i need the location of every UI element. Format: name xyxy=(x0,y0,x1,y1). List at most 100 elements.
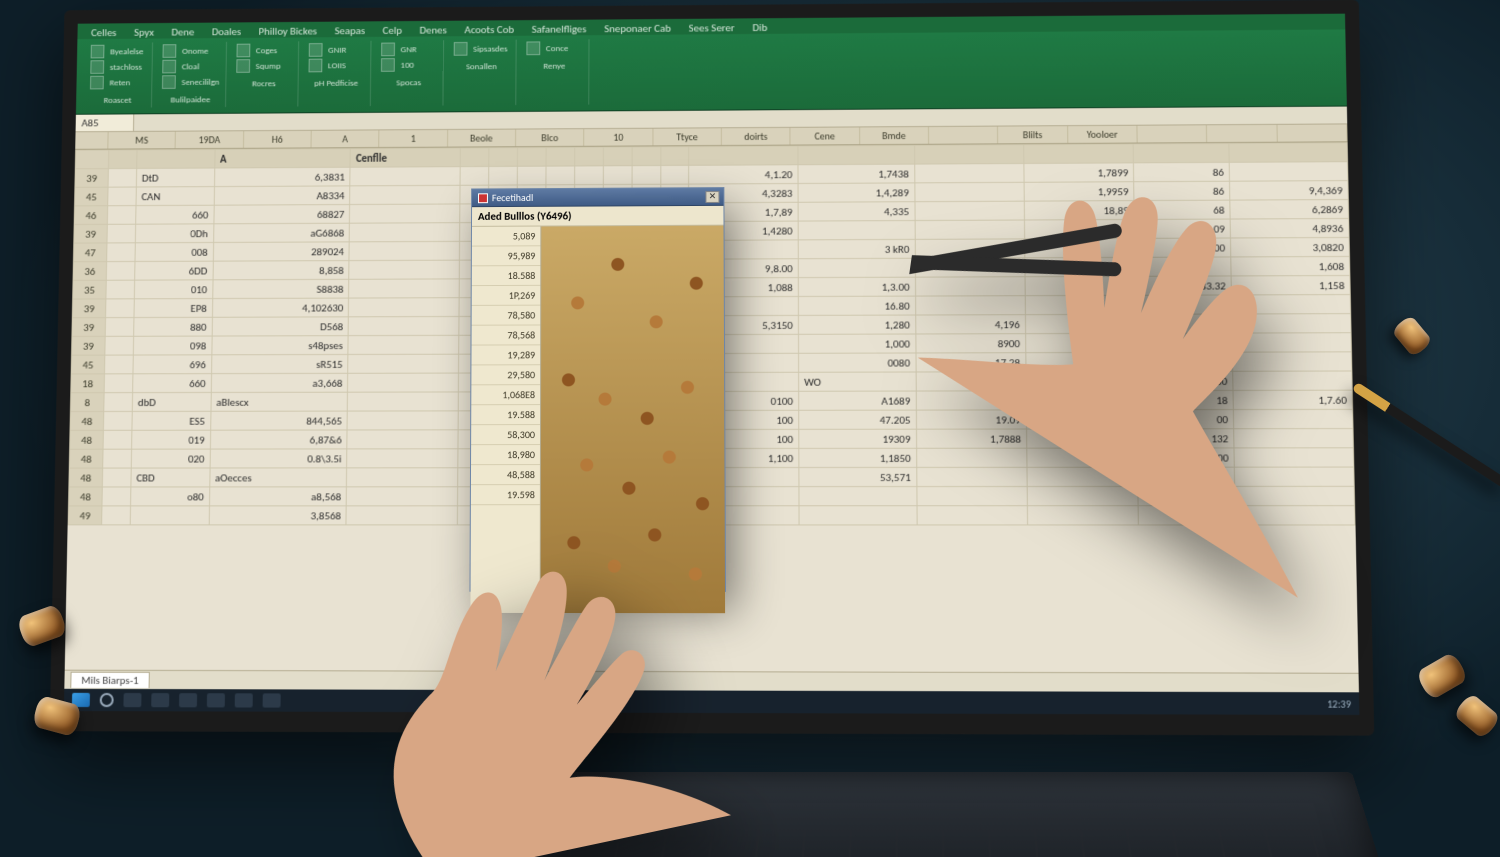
row-header[interactable]: 36 xyxy=(73,262,107,281)
cell[interactable] xyxy=(346,506,457,525)
cell[interactable]: D568 xyxy=(212,317,349,336)
ribbon-button[interactable] xyxy=(90,60,104,74)
cell[interactable] xyxy=(489,166,518,185)
cell[interactable] xyxy=(130,506,209,525)
row-header[interactable]: 35 xyxy=(73,280,107,299)
column-header-cell[interactable]: 10 xyxy=(584,129,653,146)
column-header-cell[interactable]: 1 xyxy=(380,130,448,147)
cell[interactable] xyxy=(107,243,136,262)
row-header[interactable]: 18 xyxy=(71,374,105,393)
cell[interactable]: 880 xyxy=(134,317,213,336)
header-cell[interactable] xyxy=(575,147,604,166)
cell[interactable]: 289024 xyxy=(213,242,350,261)
cell[interactable]: 1,280 xyxy=(798,315,915,334)
ribbon-tab[interactable]: Sees Serer xyxy=(689,21,735,34)
popup-list-item[interactable]: 48,588 xyxy=(471,465,540,485)
popup-list-item[interactable]: 1P,269 xyxy=(472,286,541,306)
popup-list-item[interactable]: 18,980 xyxy=(471,445,540,465)
row-header[interactable]: 45 xyxy=(75,187,109,206)
header-cell[interactable]: Cenflle xyxy=(350,148,460,167)
cell[interactable]: 0.8\3.5i xyxy=(210,449,347,468)
row-header[interactable]: 48 xyxy=(70,430,104,449)
popup-list-item[interactable]: 95,989 xyxy=(472,246,541,266)
cell[interactable]: 1,4,289 xyxy=(798,183,915,202)
row-header[interactable]: 48 xyxy=(69,449,103,468)
popup-list-item[interactable]: 78,580 xyxy=(472,306,541,326)
cell[interactable] xyxy=(347,430,458,449)
cell[interactable] xyxy=(574,166,603,185)
cell[interactable] xyxy=(348,335,459,354)
cell[interactable]: 6,87&6 xyxy=(210,430,347,449)
cell[interactable] xyxy=(348,392,459,411)
cell[interactable]: 6,3831 xyxy=(214,167,350,186)
cell[interactable] xyxy=(798,221,915,240)
cell[interactable] xyxy=(603,166,632,185)
header-cell[interactable] xyxy=(137,149,215,168)
cell[interactable] xyxy=(108,187,137,206)
ribbon-button[interactable] xyxy=(454,42,468,56)
popup-list-item[interactable]: 1,068E8 xyxy=(471,385,540,405)
ribbon-tab[interactable]: Dib xyxy=(752,21,767,34)
column-header-cell[interactable]: Blco xyxy=(516,129,585,146)
cell[interactable] xyxy=(106,261,135,280)
ribbon-tab[interactable]: Safanelfliges xyxy=(532,23,587,36)
cell[interactable] xyxy=(350,223,460,242)
ribbon-button[interactable] xyxy=(163,44,177,58)
taskbar-app-icon[interactable] xyxy=(123,693,141,707)
header-cell[interactable] xyxy=(689,146,798,165)
cell[interactable] xyxy=(104,393,133,412)
column-header-cell[interactable] xyxy=(1137,125,1207,142)
column-header-cell[interactable]: Ttyce xyxy=(653,128,722,145)
cell[interactable] xyxy=(349,298,460,317)
search-icon[interactable] xyxy=(100,693,114,707)
cell[interactable] xyxy=(102,487,131,506)
cell[interactable]: a3,668 xyxy=(211,373,348,392)
row-header[interactable]: 48 xyxy=(69,468,103,487)
taskbar-app-icon[interactable] xyxy=(235,693,253,707)
cell[interactable] xyxy=(347,411,458,430)
cell[interactable] xyxy=(105,318,134,337)
ribbon-button[interactable] xyxy=(308,59,322,73)
column-header-cell[interactable]: Beole xyxy=(448,130,516,147)
ribbon-tab[interactable]: Philloy Bickes xyxy=(259,25,318,38)
cell[interactable]: 3 kR0 xyxy=(798,239,915,258)
taskbar-app-icon[interactable] xyxy=(179,693,197,707)
cell[interactable] xyxy=(349,279,460,298)
column-header-cell[interactable] xyxy=(1207,125,1277,142)
cell[interactable] xyxy=(350,167,460,186)
sheet-tab[interactable]: Mils Biarps-1 xyxy=(70,672,149,688)
cell[interactable]: DtD xyxy=(136,168,214,187)
ribbon-button[interactable] xyxy=(236,59,250,73)
ribbon-tab[interactable]: Sneponaer Cab xyxy=(604,22,671,35)
close-icon[interactable]: ✕ xyxy=(705,191,719,203)
cell[interactable] xyxy=(349,260,460,279)
cell[interactable]: s48pses xyxy=(212,336,349,355)
cell[interactable] xyxy=(104,355,133,374)
ribbon-button[interactable] xyxy=(162,60,176,74)
cell[interactable]: 4,335 xyxy=(798,202,915,221)
column-header-cell[interactable]: doirts xyxy=(722,128,791,145)
cell[interactable]: aOecces xyxy=(209,468,347,487)
cell[interactable] xyxy=(798,258,915,277)
column-header-cell[interactable] xyxy=(1277,124,1347,141)
cell[interactable] xyxy=(106,280,135,299)
cell[interactable]: 6DD xyxy=(135,261,213,280)
cell[interactable]: 098 xyxy=(133,336,212,355)
cell[interactable]: 660 xyxy=(133,374,212,393)
cell[interactable]: aG6868 xyxy=(213,223,349,242)
cell[interactable]: o80 xyxy=(130,487,209,506)
cell[interactable]: 1,3.00 xyxy=(798,277,915,296)
popup-list-item[interactable]: 19.588 xyxy=(471,405,540,425)
cell[interactable] xyxy=(347,487,458,506)
cell[interactable] xyxy=(546,166,575,185)
header-cell[interactable] xyxy=(632,147,661,166)
row-header[interactable]: 45 xyxy=(71,355,105,374)
header-cell[interactable] xyxy=(489,148,518,167)
header-cell[interactable] xyxy=(798,145,914,164)
cell[interactable] xyxy=(107,224,136,243)
cell[interactable]: ES5 xyxy=(132,411,211,430)
taskbar-app-icon[interactable] xyxy=(151,693,169,707)
popup-list-item[interactable]: 78,568 xyxy=(472,325,541,345)
cell[interactable]: 8,858 xyxy=(213,261,350,280)
ribbon-tab[interactable]: Spyx xyxy=(134,26,154,39)
